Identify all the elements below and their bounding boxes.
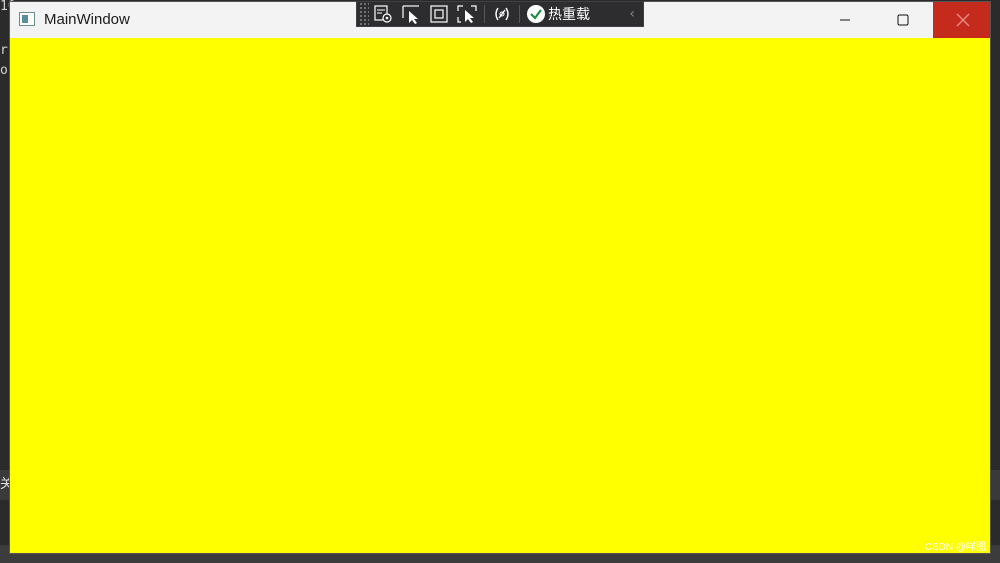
toolbar-grip-handle[interactable] [359,2,369,26]
toolbar-separator [484,5,485,23]
xaml-binding-failures-button[interactable] [488,2,516,26]
app-window-icon [19,12,35,26]
xaml-binding-failures-icon [495,7,509,21]
live-visual-tree-button[interactable] [369,2,397,26]
xaml-debug-toolbar: 热重载 ‹ [356,1,644,27]
collapse-toolbar-chevron-icon[interactable]: ‹ [629,6,635,22]
display-layout-adorners-icon [430,5,448,23]
select-element-icon [402,5,419,24]
close-icon [956,13,969,27]
minimize-button[interactable] [822,2,868,38]
toolbar-separator [519,5,520,23]
window-title: MainWindow [44,11,130,28]
minimize-icon [840,19,850,21]
maximize-button[interactable] [880,2,926,38]
hot-reload-label: 热重载 [548,7,590,23]
check-circle-icon [527,5,545,23]
close-button[interactable] [933,2,990,38]
main-window: MainWindow [9,1,991,554]
hot-reload-button[interactable]: 热重载 [527,4,590,24]
watermark-text: CSDN @咩图 [924,542,986,553]
live-visual-tree-icon [374,5,392,23]
track-focused-element-button[interactable] [453,2,481,26]
window-content-area [10,38,990,553]
display-layout-adorners-button[interactable] [425,2,453,26]
track-focused-element-icon [457,5,477,23]
maximize-icon [897,14,909,26]
select-element-button[interactable] [397,2,425,26]
